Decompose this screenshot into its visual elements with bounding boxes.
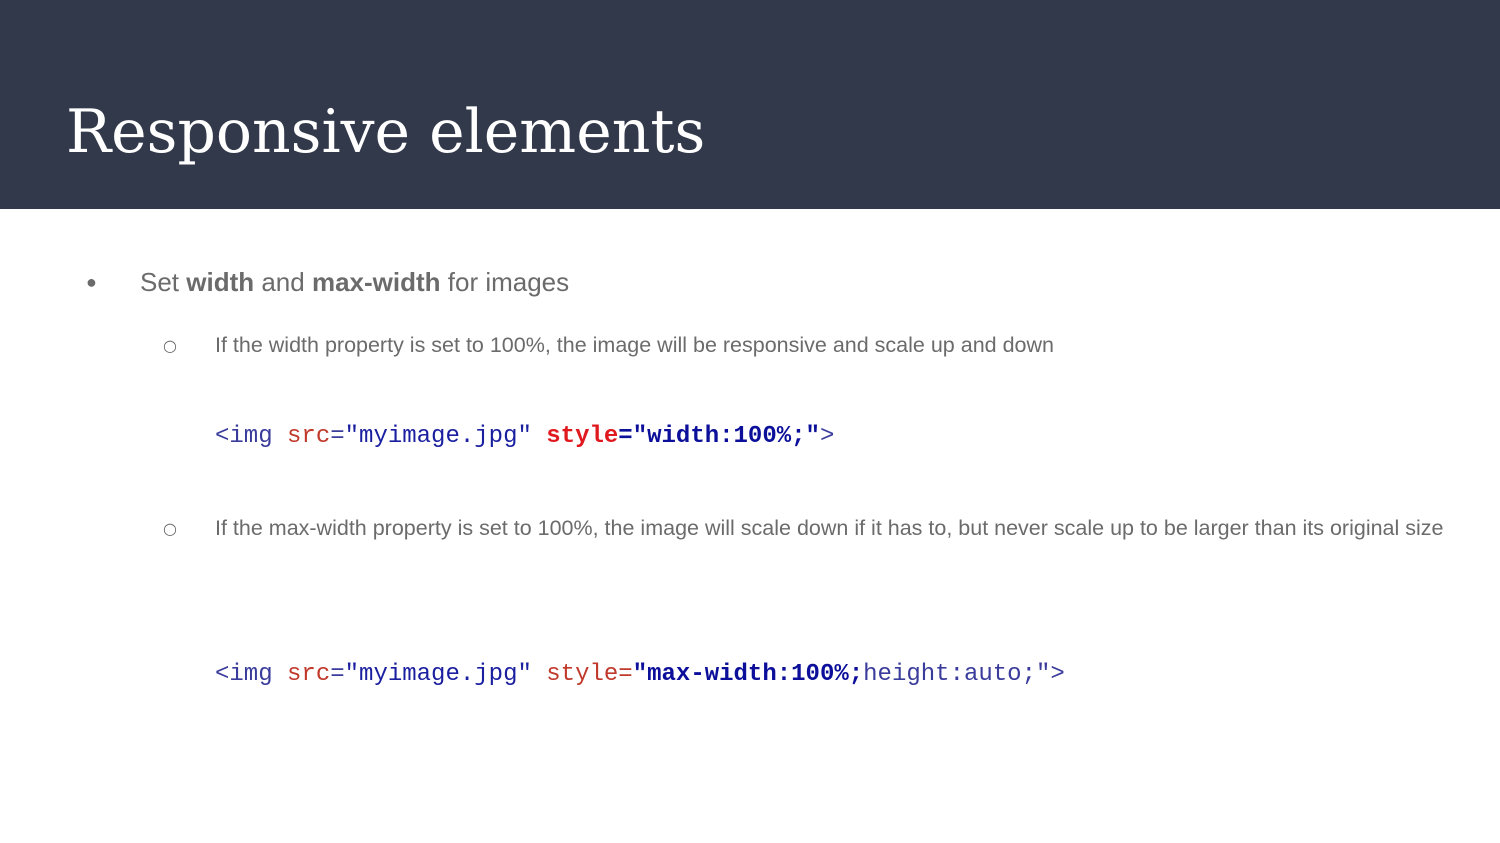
code-value-style: "width:100%;" xyxy=(632,423,820,450)
code-example-width: <img src="myimage.jpg" style="width:100%… xyxy=(215,421,834,453)
code-value-height: height:auto;" xyxy=(863,661,1051,688)
slide: Responsive elements ● Set width and max-… xyxy=(0,0,1500,843)
code-equals: = xyxy=(618,661,633,688)
code-quote-open: " xyxy=(632,661,648,688)
code-equals: = xyxy=(330,661,345,688)
code-tag-open: <img xyxy=(215,423,273,450)
code-example-max-width: <img src="myimage.jpg" style="max-width:… xyxy=(215,659,1065,691)
code-value-src: "myimage.jpg" xyxy=(344,423,532,450)
slide-title: Responsive elements xyxy=(66,97,706,167)
code-tag-open: <img xyxy=(215,661,273,688)
code-value-src: "myimage.jpg" xyxy=(344,661,532,688)
sub-bullet-icon: ○ xyxy=(163,336,177,355)
code-tag-close: > xyxy=(1050,661,1065,688)
code-attr-src: src xyxy=(287,423,331,450)
code-attr-src: src xyxy=(287,661,331,688)
bullet-point-1-bold-max-width: max-width xyxy=(311,267,441,297)
sub-bullet-icon: ○ xyxy=(163,519,177,538)
sub-point-width: If the width property is set to 100%, th… xyxy=(215,333,1054,357)
bullet-point-1-middle: and xyxy=(254,267,312,297)
bullet-icon: ● xyxy=(86,272,97,292)
bullet-point-1: Set width and max-width for images xyxy=(140,264,569,300)
code-equals: = xyxy=(330,423,345,450)
code-attr-style: style xyxy=(546,661,619,688)
code-equals: = xyxy=(618,423,633,450)
sub-point-max-width: If the max-width property is set to 100%… xyxy=(215,516,1444,540)
code-value-max-width: max-width:100%; xyxy=(647,661,864,688)
code-attr-style: style xyxy=(546,423,619,450)
code-tag-close: > xyxy=(819,423,835,450)
title-bar: Responsive elements xyxy=(0,0,1500,209)
bullet-point-1-bold-width: width xyxy=(186,267,255,297)
bullet-point-1-suffix: for images xyxy=(440,267,570,297)
bullet-point-1-prefix: Set xyxy=(140,267,187,297)
